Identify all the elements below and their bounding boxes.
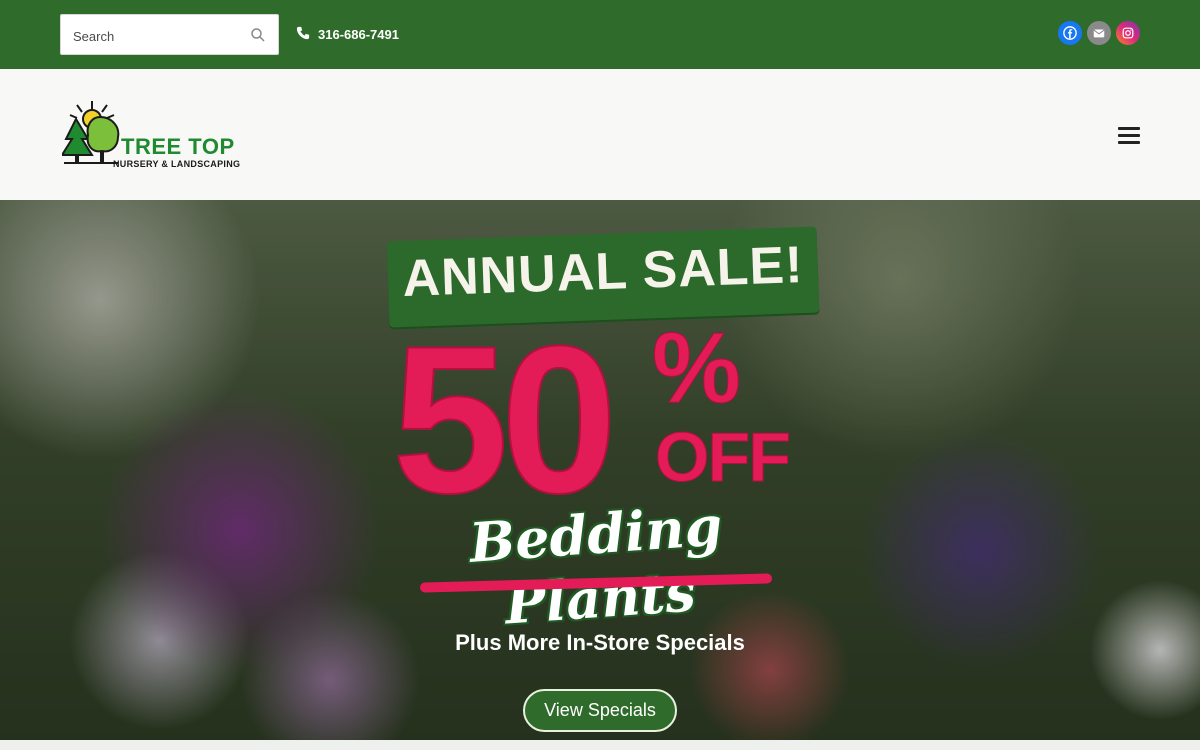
phone-icon — [296, 26, 310, 43]
percent-sign: % — [652, 312, 742, 424]
hero-banner: ANNUAL SALE! 50 % OFF Bedding Plants Plu… — [0, 200, 1200, 740]
phone-number[interactable]: 316-686-7491 — [318, 27, 399, 42]
facebook-icon[interactable] — [1058, 21, 1082, 45]
instagram-icon[interactable] — [1116, 21, 1140, 45]
logo-title: TREE TOP — [121, 134, 235, 159]
logo-subtitle: NURSERY & LANDSCAPING — [113, 159, 241, 169]
social-links — [1058, 21, 1140, 45]
hamburger-menu-icon[interactable] — [1118, 126, 1140, 146]
search-box[interactable] — [60, 14, 279, 55]
off-label: OFF — [655, 418, 792, 496]
search-icon[interactable] — [250, 27, 266, 43]
phone-link[interactable]: 316-686-7491 — [296, 24, 399, 44]
section-divider — [0, 740, 1200, 750]
view-specials-button[interactable]: View Specials — [523, 689, 677, 732]
site-logo[interactable]: TREE TOP NURSERY & LANDSCAPING — [60, 99, 240, 171]
hero-subtext: Plus More In-Store Specials — [455, 630, 745, 655]
email-icon[interactable] — [1087, 21, 1111, 45]
search-input[interactable] — [71, 25, 245, 47]
tree-logo-icon — [62, 101, 120, 164]
discount-number: 50 — [391, 302, 619, 537]
top-bar: 316-686-7491 — [0, 0, 1200, 69]
